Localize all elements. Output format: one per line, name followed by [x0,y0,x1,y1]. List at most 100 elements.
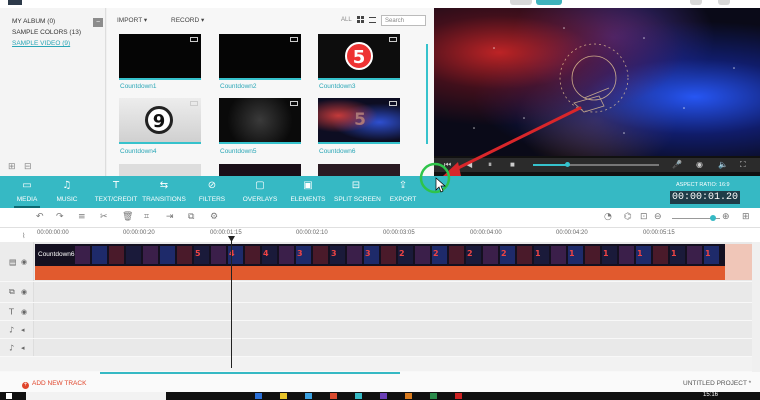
tab-media[interactable]: ▭ MEDIA [14,179,40,208]
audio-track-icon: ♪ [9,325,15,334]
window-button[interactable] [690,0,702,5]
filmstrip-frame [160,246,175,264]
tab-filters[interactable]: ⊘ FILTERS [198,179,226,203]
filmstrip-frame [245,246,260,264]
record-dropdown[interactable]: RECORD ▾ [171,16,204,24]
clip-trim-area[interactable] [725,244,752,280]
filmstrip-frame [109,246,124,264]
preview-screen [434,8,760,156]
speaker-icon[interactable]: ◂ [21,344,25,352]
speaker-icon[interactable]: ◂ [21,326,25,334]
tab-overlays[interactable]: ▢ OVERLAYS [242,179,278,203]
taskbar-app-icon[interactable] [330,393,337,399]
tab-music[interactable]: ♫ MUSIC [53,179,81,203]
split-icon[interactable]: ⇥ [166,213,174,222]
media-thumbnail[interactable] [219,34,301,80]
taskbar-app-icon[interactable] [455,393,462,399]
zoom-handle[interactable] [710,215,716,221]
crop-icon[interactable]: ⌗ [144,213,149,222]
start-icon[interactable] [6,393,12,399]
taskbar-app-icon[interactable] [430,393,437,399]
redo-icon[interactable]: ↷ [56,213,64,222]
taskbar-app-icon[interactable] [355,393,362,399]
taskbar-search[interactable] [26,392,166,400]
filmstrip-frame [279,246,294,264]
step-back-icon[interactable]: ◀ [466,161,472,169]
collection-sample-video[interactable]: SAMPLE VIDEO (9) [12,40,70,47]
skip-back-icon[interactable]: ⏮ [444,161,451,169]
playhead[interactable] [231,236,232,368]
media-scrollbar[interactable] [426,44,428,144]
delete-icon[interactable]: 🗑 [122,213,133,222]
timeline-scrollbar[interactable] [100,372,400,374]
fit-timeline-icon[interactable]: ⊡ [640,213,648,222]
filter-all[interactable]: ALL [341,17,352,23]
taskbar-app-icon[interactable] [280,393,287,399]
media-thumbnail[interactable]: 5 [318,98,400,144]
visibility-icon[interactable]: ◉ [21,288,27,296]
zoom-out-icon[interactable]: ⊖ [654,213,662,222]
render-icon[interactable]: ◔ [604,213,612,222]
grid-view-icon[interactable] [357,16,365,24]
media-thumbnail[interactable] [219,98,301,144]
visibility-icon[interactable]: ◉ [21,258,27,266]
record-label: RECORD [171,17,200,24]
media-thumbnail[interactable]: 5 [318,34,400,80]
timeline-ruler[interactable]: ⌇ 00:00:00:00 00:00:00:20 00:00:01:15 00… [0,228,760,242]
snap-icon[interactable]: ⌇ [22,232,25,241]
taskbar-app-icon[interactable] [255,393,262,399]
visibility-icon[interactable]: ◉ [21,308,27,316]
library-panel: MY ALBUM (0) SAMPLE COLORS (13) SAMPLE V… [0,8,106,176]
taskbar-app-icon[interactable] [380,393,387,399]
music-icon: ♫ [62,180,72,191]
tab-label: EXPORT [389,196,417,203]
pause-icon[interactable]: ⏸ [488,161,492,169]
media-thumbnail[interactable] [219,164,301,176]
media-thumbnail[interactable] [318,164,400,176]
playback-handle[interactable] [565,162,571,167]
volume-icon[interactable]: 🔈 [718,161,728,169]
window-button[interactable] [510,0,532,5]
tab-split-screen[interactable]: ⊟ SPLIT SCREEN [334,179,381,203]
add-track-button[interactable]: + ADD NEW TRACK [22,380,86,389]
taskbar-app-icon[interactable] [405,393,412,399]
import-dropdown[interactable]: IMPORT ▾ [117,16,147,24]
search-input[interactable]: Search [381,15,426,26]
collection-sample-colors[interactable]: SAMPLE COLORS (13) [12,29,81,36]
snapshot-icon[interactable]: ◉ [696,161,703,169]
text-track-icon: T [9,307,14,316]
aspect-ratio-label[interactable]: ASPECT RATIO: 16:9 [676,182,730,188]
media-thumbnail[interactable] [119,164,201,176]
undo-icon[interactable]: ↶ [36,213,44,222]
list-view-icon[interactable] [369,17,376,23]
settings-icon[interactable]: ⌬ [624,213,632,222]
window-button[interactable] [718,0,730,5]
collection-my-album[interactable]: MY ALBUM (0) [12,18,55,25]
tab-text-credit[interactable]: T TEXT/CREDIT [94,179,138,203]
tab-export[interactable]: ⇪ EXPORT [388,179,418,203]
adjust-icon[interactable]: ≡ [78,213,86,222]
tab-transitions[interactable]: ⇆ TRANSITIONS [142,179,186,203]
new-folder-icon[interactable]: ⊞ [8,162,18,171]
cut-icon[interactable]: ✂ [100,213,108,222]
taskbar-app-icon[interactable] [305,393,312,399]
color-icon[interactable]: ⚙ [210,213,218,222]
detach-icon[interactable]: ⧉ [188,213,194,222]
tab-label: MUSIC [56,196,78,203]
countdown-number: 5 [345,42,373,70]
media-library: IMPORT ▾ RECORD ▾ ALL Search Countdown1 … [107,8,434,176]
tab-elements[interactable]: ▣ ELEMENTS [290,179,326,203]
stop-icon[interactable]: ■ [510,161,515,169]
media-thumbnail[interactable]: 9 [119,98,201,144]
delete-folder-icon[interactable]: ⊟ [24,162,34,171]
window-button[interactable] [536,0,562,5]
video-clip[interactable]: 5443332222111111 Countdown6 [35,244,725,280]
media-thumbnail[interactable] [119,34,201,80]
collapse-panel-button[interactable]: − [93,18,103,27]
grid-icon[interactable]: ⊞ [742,213,750,222]
timeline-toolbar: ↶ ↷ ≡ ✂ 🗑 ⌗ ⇥ ⧉ ⚙ ◔ ⌬ ⊡ ⊖ ⊕ ⊞ [0,208,760,228]
playback-progress[interactable] [533,162,659,167]
zoom-in-icon[interactable]: ⊕ [722,213,730,222]
fullscreen-icon[interactable]: ⛶ [740,161,746,169]
microphone-icon[interactable]: 🎤 [672,161,682,169]
